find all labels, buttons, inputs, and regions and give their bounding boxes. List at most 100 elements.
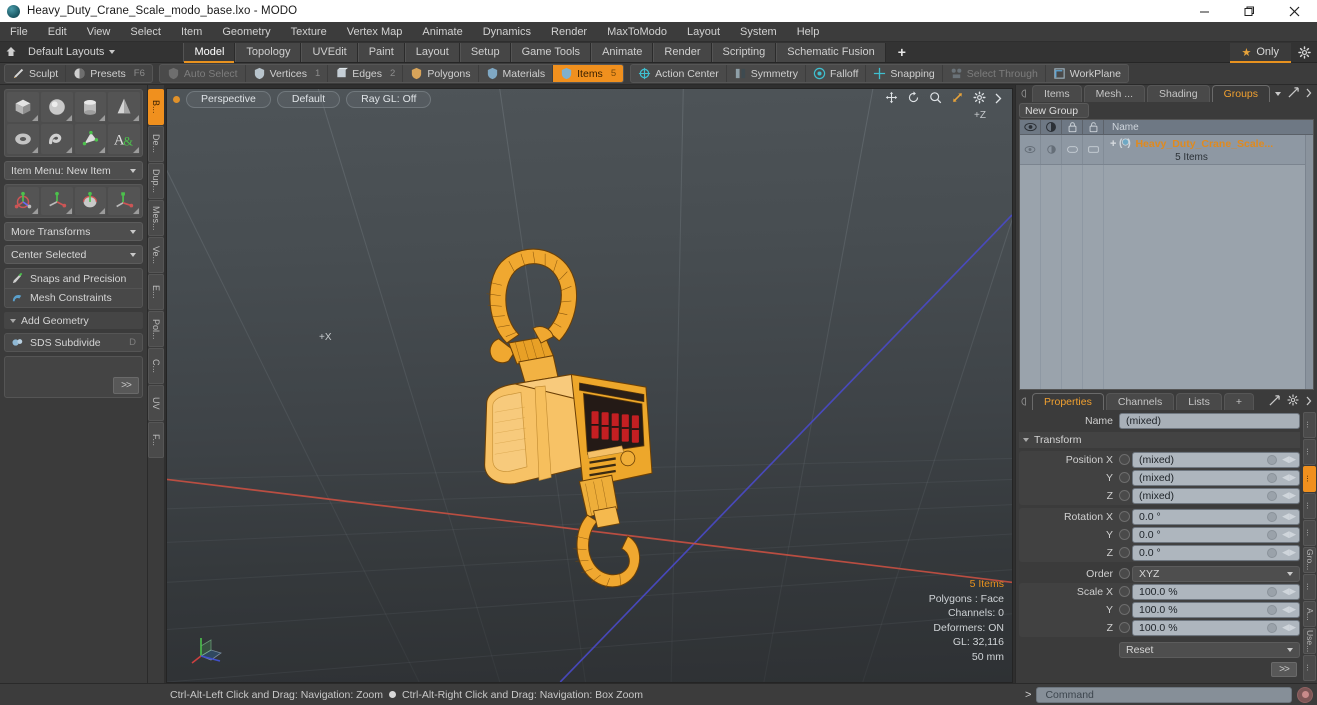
tab-topology[interactable]: Topology [235, 42, 302, 62]
vtab-mesh[interactable]: Mes... [148, 200, 164, 236]
workplane-button[interactable]: WorkPlane [1046, 65, 1128, 82]
menu-vertex-map[interactable]: Vertex Map [337, 22, 413, 42]
pvtab-7[interactable]: ... [1303, 574, 1316, 600]
tab-setup[interactable]: Setup [459, 42, 511, 62]
chevron-down-icon[interactable] [1275, 91, 1281, 96]
auto-select-button[interactable]: Auto Select [160, 65, 246, 82]
row-render-icon[interactable] [1041, 135, 1062, 164]
lock-icon[interactable] [1062, 120, 1083, 134]
item-menu-dropdown[interactable]: Item Menu: New Item [4, 161, 143, 180]
vtab-fusion[interactable]: F... [148, 422, 164, 458]
scale-x-keyframe-icon[interactable] [1267, 586, 1277, 597]
gear-icon[interactable] [1287, 393, 1299, 411]
rotation-x-field[interactable]: 0.0 ° ◀▶ [1132, 508, 1300, 525]
pvtab-a[interactable]: A... [1303, 601, 1316, 627]
position-y-keyframe-icon[interactable] [1267, 472, 1277, 483]
add-tab-button[interactable]: + [886, 42, 918, 63]
only-toggle[interactable]: ★ Only [1229, 42, 1291, 63]
vtab-basic[interactable]: B... [148, 89, 164, 125]
position-z-channel-icon[interactable] [1119, 490, 1130, 501]
menu-geometry[interactable]: Geometry [212, 22, 280, 42]
tab-uvedit[interactable]: UVEdit [301, 42, 358, 62]
position-x-keyframe-icon[interactable] [1267, 454, 1277, 465]
rotation-y-channel-icon[interactable] [1119, 529, 1130, 540]
tab-scripting[interactable]: Scripting [711, 42, 777, 62]
visible-eye-icon[interactable] [1020, 120, 1041, 134]
groups-tree-scrollbar[interactable] [1305, 135, 1313, 389]
items-button[interactable]: Items 5 [553, 65, 624, 82]
menu-animate[interactable]: Animate [412, 22, 472, 42]
transform-tool-icon[interactable] [108, 187, 140, 215]
tab-groups[interactable]: Groups [1211, 85, 1271, 102]
reset-dropdown[interactable]: Reset [1119, 642, 1300, 658]
rotate-icon[interactable] [907, 90, 920, 109]
tab-items[interactable]: Items [1032, 85, 1082, 102]
transform-section-header[interactable]: Transform [1019, 432, 1300, 448]
menu-edit[interactable]: Edit [38, 22, 77, 42]
rotation-x-spinner[interactable]: ◀▶ [1282, 511, 1296, 522]
gear-icon[interactable] [973, 90, 986, 109]
scale-x-channel-icon[interactable] [1119, 586, 1130, 597]
position-x-field[interactable]: (mixed) ◀▶ [1132, 451, 1300, 468]
groups-tree[interactable]: Name + () Heavy_Duty_Crane_Scale... 5 I… [1019, 119, 1314, 390]
torus-icon[interactable] [7, 124, 39, 154]
menu-render[interactable]: Render [541, 22, 597, 42]
order-channel-icon[interactable] [1119, 568, 1130, 579]
row-lock-toggle[interactable] [1062, 135, 1083, 164]
expand-tree-icon[interactable]: + [1110, 139, 1116, 150]
scale-z-field[interactable]: 100.0 % ◀▶ [1132, 619, 1300, 636]
scale-x-field[interactable]: 100.0 % ◀▶ [1132, 583, 1300, 600]
command-input[interactable]: Command [1036, 686, 1292, 703]
move-tool-icon[interactable] [7, 187, 39, 215]
pvtab-1[interactable]: ... [1303, 412, 1316, 438]
presets-button[interactable]: Presets F6 [66, 65, 152, 82]
order-dropdown[interactable]: XYZ [1132, 565, 1300, 582]
scale-x-spinner[interactable]: ◀▶ [1282, 586, 1296, 597]
cube-icon[interactable] [7, 92, 39, 122]
expand-properties-icon[interactable] [1269, 393, 1280, 411]
scale-y-field[interactable]: 100.0 % ◀▶ [1132, 601, 1300, 618]
menu-dynamics[interactable]: Dynamics [473, 22, 541, 42]
capsule-icon[interactable] [40, 124, 73, 154]
falloff-button[interactable]: Falloff [806, 65, 867, 82]
chevron-right-icon[interactable] [995, 91, 1002, 109]
select-through-button[interactable]: Select Through [943, 65, 1046, 82]
materials-button[interactable]: Materials [479, 65, 554, 82]
menu-layout[interactable]: Layout [677, 22, 730, 42]
vtab-duplicate[interactable]: Dup... [148, 163, 164, 199]
table-row[interactable]: + () Heavy_Duty_Crane_Scale... 5 Items [1020, 135, 1313, 165]
tab-add[interactable]: + [1223, 393, 1254, 410]
menu-select[interactable]: Select [120, 22, 171, 42]
menu-maxtomodo[interactable]: MaxToModo [597, 22, 677, 42]
chevron-right-icon[interactable] [1306, 393, 1312, 411]
menu-texture[interactable]: Texture [281, 22, 337, 42]
shading-dropdown[interactable]: Default [276, 91, 341, 108]
name-field[interactable]: (mixed) [1119, 412, 1300, 429]
action-center-button[interactable]: Action Center [631, 65, 727, 82]
rotation-z-channel-icon[interactable] [1119, 547, 1130, 558]
symmetry-button[interactable]: Symmetry [727, 65, 806, 82]
tab-schematic-fusion[interactable]: Schematic Fusion [776, 42, 886, 62]
fit-icon[interactable] [951, 91, 964, 109]
new-group-button[interactable]: New Group [1019, 103, 1090, 118]
minimize-button[interactable] [1182, 0, 1227, 22]
vtab-edge[interactable]: E... [148, 274, 164, 310]
pvtab-4[interactable]: ... [1303, 493, 1316, 519]
scale-tool-icon[interactable] [74, 187, 107, 215]
raygl-dropdown[interactable]: Ray GL: Off [346, 91, 432, 108]
pan-icon[interactable] [885, 91, 898, 109]
vertices-button[interactable]: Vertices 1 [246, 65, 329, 82]
add-geometry-section[interactable]: Add Geometry [4, 312, 143, 329]
row-visible-eye-icon[interactable] [1020, 135, 1041, 164]
menu-view[interactable]: View [77, 22, 121, 42]
pvtab-groups[interactable]: Gro... [1303, 547, 1316, 573]
mesh-constraints-button[interactable]: Mesh Constraints [5, 288, 142, 307]
edges-button[interactable]: Edges 2 [328, 65, 404, 82]
rotation-x-keyframe-icon[interactable] [1267, 511, 1277, 522]
position-z-spinner[interactable]: ◀▶ [1282, 490, 1296, 501]
rotation-x-channel-icon[interactable] [1119, 511, 1130, 522]
pvtab-3[interactable]: ... [1303, 466, 1316, 492]
scale-z-keyframe-icon[interactable] [1267, 622, 1277, 633]
position-y-field[interactable]: (mixed) ◀▶ [1132, 469, 1300, 486]
menu-system[interactable]: System [730, 22, 787, 42]
